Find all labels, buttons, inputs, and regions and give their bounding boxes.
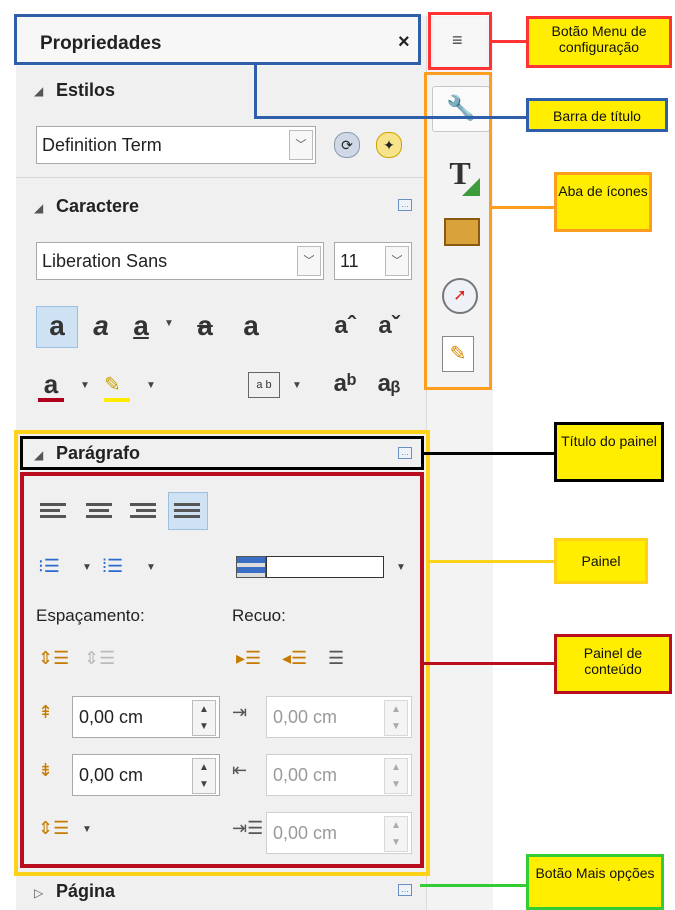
expand-triangle-icon[interactable]: ▷ bbox=[34, 886, 43, 900]
section-header-character[interactable]: Caractere bbox=[56, 196, 139, 217]
italic-icon[interactable]: a bbox=[84, 310, 118, 342]
underline-icon[interactable]: a bbox=[124, 310, 158, 342]
connector-line bbox=[424, 662, 554, 665]
style-select[interactable]: Definition Term ﹀ bbox=[36, 126, 316, 164]
font-color-swatch bbox=[38, 398, 64, 402]
dropdown-arrow-icon[interactable]: ▼ bbox=[146, 380, 156, 391]
connector-line bbox=[254, 64, 257, 118]
dropdown-arrow-icon[interactable]: ▼ bbox=[80, 380, 90, 391]
connector-line bbox=[492, 206, 554, 209]
tab-icons-highlight bbox=[424, 72, 492, 390]
character-spacing-icon[interactable]: a b bbox=[248, 372, 280, 398]
subscript-icon[interactable]: aᵦ bbox=[374, 368, 404, 400]
callout-more-options: Botão Mais opções bbox=[526, 854, 664, 910]
increase-font-icon[interactable]: aˆ bbox=[330, 310, 360, 342]
menu-button-highlight bbox=[428, 12, 492, 70]
new-style-icon[interactable]: ✦ bbox=[376, 132, 402, 158]
connector-line bbox=[254, 116, 526, 119]
highlight-icon[interactable]: ✎ bbox=[104, 372, 121, 397]
collapse-triangle-icon[interactable]: ◢ bbox=[34, 201, 43, 215]
dropdown-arrow-icon[interactable]: ▼ bbox=[292, 380, 302, 391]
callout-content-panel: Painel de conteúdo bbox=[554, 634, 672, 694]
dropdown-arrow-icon[interactable]: ▼ bbox=[164, 318, 174, 329]
section-header-styles[interactable]: Estilos bbox=[56, 80, 115, 101]
superscript-icon[interactable]: aᵇ bbox=[330, 368, 360, 400]
decrease-font-icon[interactable]: aˇ bbox=[374, 310, 404, 342]
collapse-triangle-icon[interactable]: ◢ bbox=[34, 84, 43, 98]
more-options-icon[interactable]: … bbox=[398, 199, 412, 211]
more-options-icon[interactable]: … bbox=[398, 884, 412, 896]
connector-line bbox=[424, 452, 554, 455]
chevron-down-icon[interactable]: ﹀ bbox=[385, 246, 409, 276]
highlight-color-swatch bbox=[104, 398, 130, 402]
callout-panel-title: Título do painel bbox=[554, 422, 664, 482]
shadow-icon[interactable]: a bbox=[234, 310, 268, 342]
update-style-icon[interactable]: ⟳ bbox=[334, 132, 360, 158]
bold-icon[interactable]: a bbox=[40, 310, 74, 342]
font-name-value: Liberation Sans bbox=[42, 251, 168, 271]
font-name-select[interactable]: Liberation Sans ﹀ bbox=[36, 242, 324, 280]
title-bar-highlight bbox=[14, 14, 421, 65]
connector-line bbox=[492, 40, 528, 43]
callout-panel: Painel bbox=[554, 538, 648, 584]
connector-line bbox=[430, 560, 554, 563]
callout-menu-button: Botão Menu de configuração bbox=[526, 16, 672, 68]
strikethrough-icon[interactable]: a bbox=[188, 310, 222, 342]
panel-title-highlight bbox=[20, 436, 424, 470]
content-panel-highlight bbox=[20, 472, 424, 868]
connector-line bbox=[420, 884, 528, 887]
divider bbox=[16, 177, 426, 178]
chevron-down-icon[interactable]: ﹀ bbox=[289, 130, 313, 160]
callout-tab-icons: Aba de ícones bbox=[554, 172, 652, 232]
font-color-icon[interactable]: a bbox=[36, 368, 66, 400]
font-size-select[interactable]: 11 ﹀ bbox=[334, 242, 412, 280]
font-size-value: 11 bbox=[340, 251, 359, 271]
style-select-value: Definition Term bbox=[42, 135, 162, 155]
callout-title-bar: Barra de título bbox=[526, 98, 668, 132]
chevron-down-icon[interactable]: ﹀ bbox=[297, 246, 321, 276]
section-header-page[interactable]: Página bbox=[56, 881, 115, 902]
